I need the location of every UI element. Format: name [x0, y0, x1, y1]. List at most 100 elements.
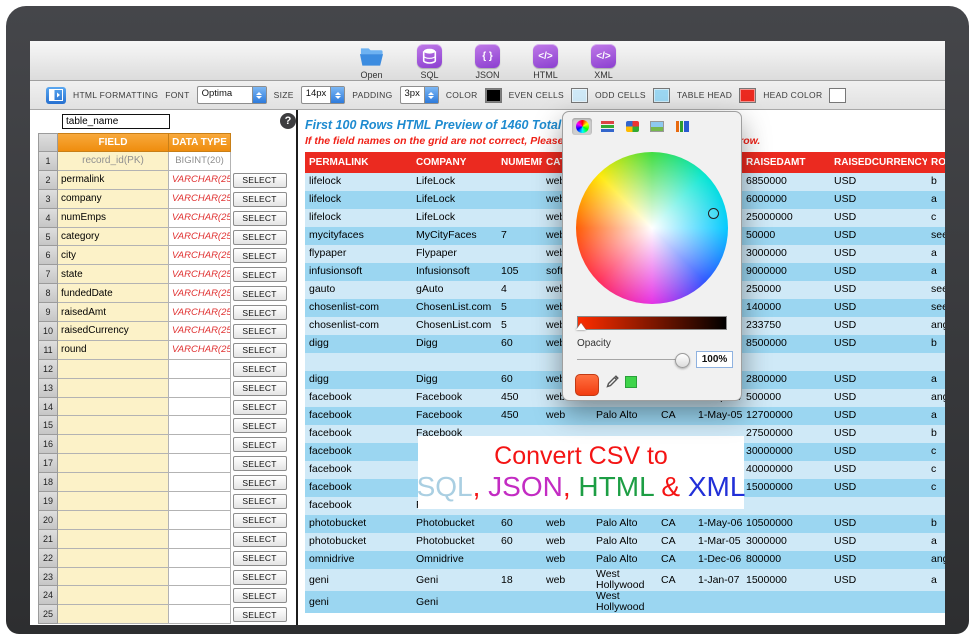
field-cell[interactable]: city: [58, 246, 169, 265]
select-type-button[interactable]: SELECT: [233, 437, 287, 452]
type-cell[interactable]: [169, 473, 231, 492]
font-dropdown[interactable]: Optima: [197, 86, 267, 104]
field-cell[interactable]: [58, 454, 169, 473]
json-button[interactable]: { }JSON: [466, 41, 510, 80]
type-cell[interactable]: [169, 511, 231, 530]
select-type-button[interactable]: SELECT: [233, 267, 287, 282]
type-cell[interactable]: BIGINT(20): [169, 152, 231, 171]
xml-button[interactable]: </>XML: [582, 41, 626, 80]
field-cell[interactable]: category: [58, 228, 169, 247]
select-type-button[interactable]: SELECT: [233, 173, 287, 188]
field-cell[interactable]: [58, 586, 169, 605]
select-type-button[interactable]: SELECT: [233, 381, 287, 396]
even-cells-swatch[interactable]: [571, 88, 588, 103]
select-type-button[interactable]: SELECT: [233, 551, 287, 566]
field-cell[interactable]: raisedAmt: [58, 303, 169, 322]
dropdown-arrows-icon[interactable]: [252, 87, 266, 103]
dropdown-arrows-icon[interactable]: [424, 87, 438, 103]
select-type-button[interactable]: SELECT: [233, 570, 287, 585]
select-type-button[interactable]: SELECT: [233, 607, 287, 622]
select-type-button[interactable]: SELECT: [233, 192, 287, 207]
select-type-button[interactable]: SELECT: [233, 513, 287, 528]
field-cell[interactable]: [58, 549, 169, 568]
type-cell[interactable]: VARCHAR(255): [169, 322, 231, 341]
type-cell[interactable]: [169, 530, 231, 549]
type-cell[interactable]: [169, 454, 231, 473]
field-cell[interactable]: [58, 398, 169, 417]
palette-tab[interactable]: [622, 118, 642, 135]
field-cell[interactable]: round: [58, 341, 169, 360]
sliders-tab[interactable]: [597, 118, 617, 135]
type-cell[interactable]: [169, 492, 231, 511]
type-cell[interactable]: VARCHAR(255): [169, 171, 231, 190]
sql-button[interactable]: SQL: [408, 41, 452, 80]
field-cell[interactable]: fundedDate: [58, 284, 169, 303]
open-button[interactable]: Open: [350, 41, 394, 80]
select-type-button[interactable]: SELECT: [233, 418, 287, 433]
select-type-button[interactable]: SELECT: [233, 305, 287, 320]
field-cell[interactable]: state: [58, 265, 169, 284]
dropdown-arrows-icon[interactable]: [330, 87, 344, 103]
select-type-button[interactable]: SELECT: [233, 211, 287, 226]
field-cell[interactable]: company: [58, 190, 169, 209]
type-cell[interactable]: VARCHAR(255): [169, 246, 231, 265]
type-cell[interactable]: VARCHAR(255): [169, 284, 231, 303]
select-type-button[interactable]: SELECT: [233, 230, 287, 245]
type-cell[interactable]: [169, 435, 231, 454]
pencils-tab[interactable]: [672, 118, 692, 135]
toggle-panel-icon[interactable]: [46, 87, 66, 104]
type-cell[interactable]: [169, 605, 231, 624]
help-icon[interactable]: ?: [280, 113, 296, 129]
brightness-slider-marker[interactable]: [576, 323, 586, 330]
field-cell[interactable]: [58, 360, 169, 379]
field-cell[interactable]: record_id(PK): [58, 152, 169, 171]
color-wheel[interactable]: [576, 152, 728, 304]
field-cell[interactable]: numEmps: [58, 209, 169, 228]
field-cell[interactable]: [58, 568, 169, 587]
type-cell[interactable]: VARCHAR(255): [169, 341, 231, 360]
selected-color-swatch[interactable]: [575, 374, 599, 396]
color-wheel-crosshair[interactable]: [708, 208, 719, 219]
opacity-slider-track[interactable]: [577, 359, 689, 360]
select-type-button[interactable]: SELECT: [233, 324, 287, 339]
select-type-button[interactable]: SELECT: [233, 475, 287, 490]
field-cell[interactable]: [58, 473, 169, 492]
type-cell[interactable]: VARCHAR(255): [169, 303, 231, 322]
type-cell[interactable]: VARCHAR(255): [169, 209, 231, 228]
eyedropper-icon[interactable]: [605, 374, 620, 394]
type-cell[interactable]: [169, 549, 231, 568]
select-type-button[interactable]: SELECT: [233, 588, 287, 603]
field-cell[interactable]: [58, 530, 169, 549]
type-cell[interactable]: [169, 379, 231, 398]
select-type-button[interactable]: SELECT: [233, 532, 287, 547]
field-cell[interactable]: permalink: [58, 171, 169, 190]
table-head-swatch[interactable]: [739, 88, 756, 103]
text-color-swatch[interactable]: [485, 88, 502, 103]
head-color-swatch[interactable]: [829, 88, 846, 103]
field-cell[interactable]: [58, 435, 169, 454]
type-cell[interactable]: VARCHAR(255): [169, 265, 231, 284]
field-cell[interactable]: [58, 605, 169, 624]
type-cell[interactable]: [169, 416, 231, 435]
type-cell[interactable]: VARCHAR(255): [169, 190, 231, 209]
html-button[interactable]: </>HTML: [524, 41, 568, 80]
odd-cells-swatch[interactable]: [653, 88, 670, 103]
select-type-button[interactable]: SELECT: [233, 286, 287, 301]
brightness-slider[interactable]: [577, 316, 727, 330]
field-cell[interactable]: raisedCurrency: [58, 322, 169, 341]
padding-dropdown[interactable]: 3px: [400, 86, 439, 104]
select-type-button[interactable]: SELECT: [233, 456, 287, 471]
opacity-slider-knob[interactable]: [675, 353, 690, 368]
accent-color-chip[interactable]: [625, 376, 637, 388]
wheel-tab[interactable]: [572, 118, 592, 135]
select-type-button[interactable]: SELECT: [233, 343, 287, 358]
table-name-input[interactable]: [62, 114, 170, 129]
field-cell[interactable]: [58, 511, 169, 530]
type-cell[interactable]: [169, 398, 231, 417]
field-cell[interactable]: [58, 492, 169, 511]
select-type-button[interactable]: SELECT: [233, 400, 287, 415]
select-type-button[interactable]: SELECT: [233, 362, 287, 377]
opacity-value-field[interactable]: 100%: [696, 351, 733, 368]
select-type-button[interactable]: SELECT: [233, 494, 287, 509]
type-cell[interactable]: [169, 360, 231, 379]
